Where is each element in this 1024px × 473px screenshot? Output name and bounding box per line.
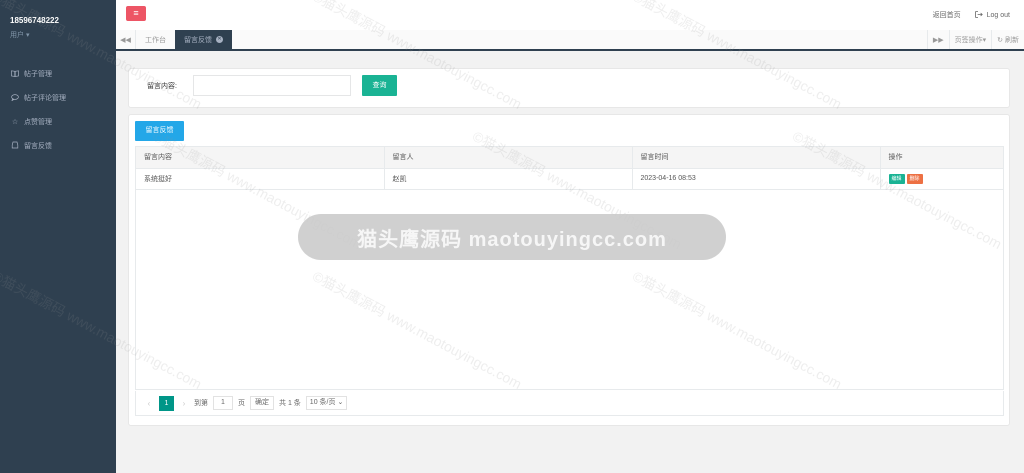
watermark-overlay: 猫头鹰源码 maotouyingcc.com bbox=[298, 214, 726, 260]
tab-feedback[interactable]: 留言反馈 ✕ bbox=[175, 30, 232, 49]
book-icon bbox=[10, 69, 20, 79]
page-ops-dropdown[interactable]: 页签操作 ▾ bbox=[948, 30, 992, 49]
page-size-select[interactable]: 10 条/页 ⌄ bbox=[305, 396, 348, 410]
refresh-button[interactable]: ↻ 刷新 bbox=[991, 30, 1024, 49]
tab-scroll-right-button[interactable]: ▶▶ bbox=[926, 30, 949, 49]
sidebar-item-label: 留言反馈 bbox=[24, 143, 52, 150]
sidebar-item-posts[interactable]: 帖子管理 bbox=[0, 62, 116, 86]
cell-time: 2023-04-16 08:53 bbox=[632, 168, 881, 190]
user-role-dropdown[interactable]: 用户 ▾ bbox=[10, 30, 106, 40]
table-panel: 留言反馈 留言内容 留言人 留言时间 操作 系统挺好 赵凯 2023-04-16… bbox=[128, 114, 1010, 426]
column-header[interactable]: 留言内容 bbox=[136, 147, 385, 169]
logout-link[interactable]: Log out bbox=[974, 10, 1010, 20]
column-header[interactable]: 留言时间 bbox=[632, 147, 881, 169]
next-page-icon[interactable]: › bbox=[179, 399, 189, 408]
caret-down-icon: ▾ bbox=[982, 36, 987, 44]
tab-label: 工作台 bbox=[145, 36, 166, 44]
sidebar-item-label: 帖子评论管理 bbox=[24, 95, 66, 102]
sidebar-item-feedback[interactable]: 留言反馈 bbox=[0, 134, 116, 158]
add-feedback-button[interactable]: 留言反馈 bbox=[135, 121, 184, 141]
sidebar-item-likes[interactable]: ☆ 点赞管理 bbox=[0, 110, 116, 134]
pagination: ‹ 1 › 到第 1 页 确定 共 1 条 10 条/页 ⌄ bbox=[135, 391, 1004, 416]
goto-label: 到第 bbox=[194, 400, 208, 407]
forward-icon: ▶▶ bbox=[932, 36, 944, 44]
top-navbar: ≡ 返回首页 Log out bbox=[116, 0, 1024, 30]
backward-icon: ◀◀ bbox=[120, 36, 131, 44]
column-header[interactable]: 留言人 bbox=[384, 147, 633, 169]
sign-out-icon bbox=[974, 10, 983, 20]
close-icon[interactable]: ✕ bbox=[216, 36, 223, 43]
tab-scroll-left-button[interactable]: ◀◀ bbox=[116, 30, 136, 49]
tab-actions: ▶▶ 页签操作 ▾ ↻ 刷新 bbox=[926, 30, 1024, 49]
search-panel: 留言内容: 查询 bbox=[128, 68, 1010, 108]
page-unit-label: 页 bbox=[238, 400, 245, 407]
delete-button[interactable]: 删除 bbox=[906, 173, 923, 184]
prev-page-icon[interactable]: ‹ bbox=[144, 399, 154, 408]
tab-workbench[interactable]: 工作台 bbox=[136, 30, 175, 49]
search-button[interactable]: 查询 bbox=[362, 75, 397, 96]
hamburger-icon: ≡ bbox=[133, 8, 139, 18]
comment-icon bbox=[10, 93, 20, 103]
star-icon: ☆ bbox=[11, 119, 19, 126]
cell-user: 赵凯 bbox=[384, 168, 633, 190]
cell-actions: 编辑 删除 bbox=[880, 168, 1003, 190]
goto-page-input[interactable]: 1 bbox=[213, 396, 233, 410]
chevron-down-icon: ⌄ bbox=[337, 399, 344, 406]
feedback-content-input[interactable] bbox=[193, 75, 351, 96]
top-right-links: 返回首页 Log out bbox=[933, 10, 1010, 20]
user-profile: 18596748222 用户 ▾ bbox=[0, 0, 116, 48]
table-row[interactable]: 系统挺好 赵凯 2023-04-16 08:53 编辑 删除 bbox=[136, 168, 1003, 190]
sidebar-menu: 帖子管理 帖子评论管理 ☆ 点赞管理 留言反馈 bbox=[0, 62, 116, 158]
data-table: 留言内容 留言人 留言时间 操作 系统挺好 赵凯 2023-04-16 08:5… bbox=[135, 146, 1004, 390]
tab-label: 留言反馈 bbox=[184, 36, 212, 44]
tab-bar: ◀◀ 工作台 留言反馈 ✕ ▶▶ 页签操作 ▾ ↻ 刷新 bbox=[116, 30, 1024, 51]
column-header: 操作 bbox=[880, 147, 1003, 169]
page-ops-label: 页签操作 bbox=[954, 36, 983, 44]
logout-label: Log out bbox=[986, 11, 1010, 19]
feedback-icon bbox=[10, 141, 20, 151]
sidebar-item-label: 点赞管理 bbox=[24, 119, 52, 126]
page-size-value: 10 条/页 bbox=[309, 399, 336, 406]
sidebar-item-post-comments[interactable]: 帖子评论管理 bbox=[0, 86, 116, 110]
table-header-row: 留言内容 留言人 留言时间 操作 bbox=[136, 147, 1003, 169]
cell-content: 系统挺好 bbox=[136, 168, 385, 190]
home-link[interactable]: 返回首页 bbox=[933, 10, 961, 20]
sidebar-item-label: 帖子管理 bbox=[24, 71, 52, 78]
refresh-label: 刷新 bbox=[1005, 36, 1019, 44]
total-count: 共 1 条 bbox=[279, 400, 301, 407]
edit-button[interactable]: 编辑 bbox=[888, 173, 905, 184]
user-role-label: 用户 bbox=[10, 32, 24, 39]
menu-toggle-button[interactable]: ≡ bbox=[126, 6, 146, 21]
refresh-icon: ↻ bbox=[997, 36, 1003, 44]
caret-down-icon: ▾ bbox=[26, 32, 30, 39]
username: 18596748222 bbox=[10, 16, 59, 25]
sidebar: 18596748222 用户 ▾ 帖子管理 帖子评论管理 ☆ 点赞管理 留言反馈 bbox=[0, 0, 116, 473]
goto-confirm-button[interactable]: 确定 bbox=[250, 396, 274, 410]
page-number-current[interactable]: 1 bbox=[159, 395, 174, 411]
search-label: 留言内容: bbox=[147, 83, 177, 90]
